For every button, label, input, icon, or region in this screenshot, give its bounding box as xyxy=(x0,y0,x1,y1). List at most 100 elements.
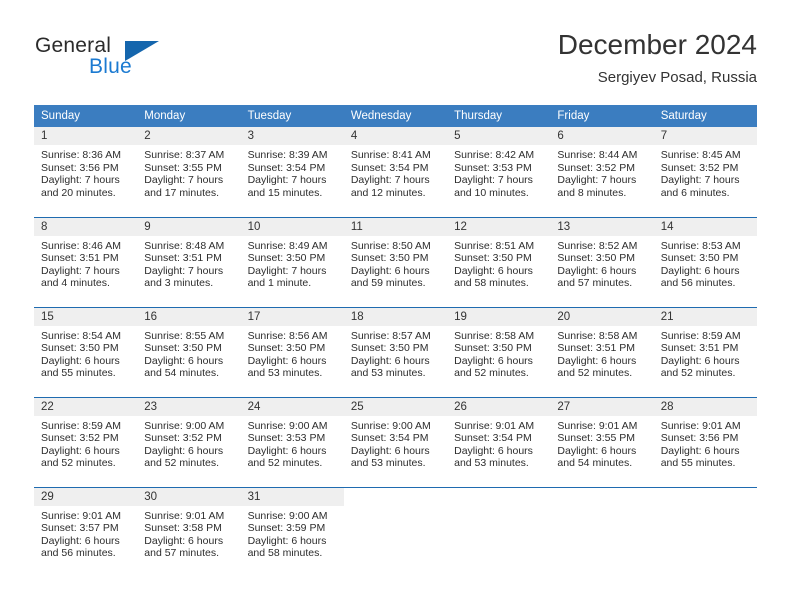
day-details: Sunrise: 9:00 AM Sunset: 3:59 PM Daylight:… xyxy=(241,506,344,560)
calendar-day-cell[interactable]: 14 Sunrise: 8:53 AM Sunset: 3:50 PM Dayligh… xyxy=(653,216,757,307)
day-number: 9 xyxy=(137,217,241,236)
sunset-text: Sunset: 3:50 PM xyxy=(350,252,429,265)
day-number: 24 xyxy=(240,397,344,416)
sunset-text: Sunset: 3:50 PM xyxy=(454,342,532,355)
calendar-day-cell[interactable]: 19 Sunrise: 8:58 AM Sunset: 3:50 PM Dayligh… xyxy=(447,306,551,397)
calendar-day-cell[interactable]: 20 Sunrise: 8:58 AM Sunset: 3:51 PM Dayligh… xyxy=(550,306,654,397)
sunrise-text: Sunrise: 8:45 AM xyxy=(660,149,741,161)
sunrise-text: Sunrise: 8:44 AM xyxy=(557,149,638,161)
day-number: 29 xyxy=(34,487,138,506)
day-number: 12 xyxy=(447,217,551,236)
calendar-day-cell[interactable]: 13 Sunrise: 8:52 AM Sunset: 3:50 PM Dayligh… xyxy=(550,216,654,307)
day-number: 2 xyxy=(137,127,241,145)
calendar-day-cell[interactable]: 7 Sunrise: 8:45 AM Sunset: 3:52 PM Daylight… xyxy=(653,127,757,217)
sunset-text: Sunset: 3:53 PM xyxy=(247,432,326,445)
day-details: Sunrise: 8:50 AM Sunset: 3:50 PM Daylight:… xyxy=(344,236,447,290)
calendar-day-cell[interactable]: 31 Sunrise: 9:00 AM Sunset: 3:59 PM Dayligh… xyxy=(240,486,344,577)
day-number: 11 xyxy=(343,217,448,236)
sunrise-text: Sunrise: 8:42 AM xyxy=(454,149,535,161)
calendar-day-cell[interactable]: 17 Sunrise: 8:56 AM Sunset: 3:50 PM Dayligh… xyxy=(240,306,344,397)
calendar-day-cell[interactable]: 10 Sunrise: 8:49 AM Sunset: 3:50 PM Dayligh… xyxy=(240,216,344,307)
daylight-text-line2: and 20 minutes. xyxy=(41,186,116,199)
calendar-empty-cell xyxy=(447,486,551,577)
calendar-day-cell[interactable]: 21 Sunrise: 8:59 AM Sunset: 3:51 PM Dayligh… xyxy=(653,306,757,397)
daylight-text-line1: Daylight: 6 hours xyxy=(41,354,120,367)
calendar-day-cell[interactable]: 22 Sunrise: 8:59 AM Sunset: 3:52 PM Dayligh… xyxy=(34,396,138,487)
daylight-text-line1: Daylight: 7 hours xyxy=(144,264,224,277)
day-details: Sunrise: 8:53 AM Sunset: 3:50 PM Daylight:… xyxy=(654,236,757,290)
day-number: 26 xyxy=(447,397,551,416)
calendar-day-cell[interactable]: 25 Sunrise: 9:00 AM Sunset: 3:54 PM Dayligh… xyxy=(343,396,448,487)
sunset-text: Sunset: 3:54 PM xyxy=(350,432,429,445)
sunset-text: Sunset: 3:59 PM xyxy=(247,522,326,535)
daylight-text-line1: Daylight: 6 hours xyxy=(454,264,533,277)
daylight-text-line2: and 3 minutes. xyxy=(144,277,214,290)
day-number: 18 xyxy=(343,307,448,326)
calendar-week-row: 22 Sunrise: 8:59 AM Sunset: 3:52 PM Dayligh… xyxy=(34,396,757,487)
day-number: 3 xyxy=(240,127,344,145)
calendar-week-row: 1 Sunrise: 8:36 AM Sunset: 3:56 PM Daylight… xyxy=(34,127,757,217)
sunset-text: Sunset: 3:54 PM xyxy=(247,161,326,174)
calendar-day-cell[interactable]: 16 Sunrise: 8:55 AM Sunset: 3:50 PM Dayligh… xyxy=(137,306,241,397)
day-number: 23 xyxy=(137,397,241,416)
daylight-text-line2: and 1 minute. xyxy=(247,277,312,290)
calendar-day-cell[interactable]: 4 Sunrise: 8:41 AM Sunset: 3:54 PM Daylight… xyxy=(343,127,448,217)
calendar-day-cell[interactable]: 27 Sunrise: 9:01 AM Sunset: 3:55 PM Dayligh… xyxy=(550,396,654,487)
calendar-day-cell[interactable]: 5 Sunrise: 8:42 AM Sunset: 3:53 PM Daylight… xyxy=(447,127,551,217)
daylight-text-line2: and 8 minutes. xyxy=(557,186,627,199)
calendar-day-cell[interactable]: 24 Sunrise: 9:00 AM Sunset: 3:53 PM Dayligh… xyxy=(240,396,344,487)
calendar-day-cell[interactable]: 11 Sunrise: 8:50 AM Sunset: 3:50 PM Dayligh… xyxy=(343,216,448,307)
calendar-day-cell[interactable]: 1 Sunrise: 8:36 AM Sunset: 3:56 PM Daylight… xyxy=(34,127,138,217)
daylight-text-line2: and 52 minutes. xyxy=(41,457,116,470)
page-subtitle: Sergiyev Posad, Russia xyxy=(597,69,757,86)
sunset-text: Sunset: 3:57 PM xyxy=(41,522,119,535)
sunrise-text: Sunrise: 8:51 AM xyxy=(454,239,535,252)
daylight-text-line1: Daylight: 6 hours xyxy=(247,444,327,457)
daylight-text-line1: Daylight: 6 hours xyxy=(454,354,533,367)
daylight-text-line2: and 57 minutes. xyxy=(557,277,633,290)
sunrise-text: Sunrise: 8:39 AM xyxy=(247,149,328,161)
calendar-day-cell[interactable]: 6 Sunrise: 8:44 AM Sunset: 3:52 PM Daylight… xyxy=(550,127,654,217)
calendar-day-cell[interactable]: 15 Sunrise: 8:54 AM Sunset: 3:50 PM Dayligh… xyxy=(34,306,138,397)
day-number xyxy=(654,488,757,506)
sunrise-text: Sunrise: 8:59 AM xyxy=(41,419,121,432)
sunrise-text: Sunrise: 8:57 AM xyxy=(350,329,431,342)
daylight-text-line2: and 56 minutes. xyxy=(660,277,736,290)
calendar-day-cell[interactable]: 23 Sunrise: 9:00 AM Sunset: 3:52 PM Dayligh… xyxy=(137,396,241,487)
daylight-text-line1: Daylight: 6 hours xyxy=(660,264,740,277)
daylight-text-line1: Daylight: 6 hours xyxy=(557,264,637,277)
daylight-text-line2: and 52 minutes. xyxy=(557,367,633,380)
sunrise-text: Sunrise: 8:58 AM xyxy=(454,329,535,342)
daylight-text-line2: and 58 minutes. xyxy=(454,277,529,290)
day-number: 7 xyxy=(653,127,757,145)
calendar-day-cell[interactable]: 30 Sunrise: 9:01 AM Sunset: 3:58 PM Dayligh… xyxy=(137,486,241,577)
calendar-day-cell[interactable]: 8 Sunrise: 8:46 AM Sunset: 3:51 PM Daylight… xyxy=(34,216,138,307)
calendar-day-cell[interactable]: 28 Sunrise: 9:01 AM Sunset: 3:56 PM Dayligh… xyxy=(653,396,757,487)
calendar-day-cell[interactable]: 26 Sunrise: 9:01 AM Sunset: 3:54 PM Dayligh… xyxy=(447,396,551,487)
calendar-day-cell[interactable]: 2 Sunrise: 8:37 AM Sunset: 3:55 PM Daylight… xyxy=(137,127,241,217)
title-block: December 2024 Sergiyev Posad, Russia xyxy=(558,28,757,89)
sunrise-text: Sunrise: 8:52 AM xyxy=(557,239,638,252)
daylight-text-line2: and 53 minutes. xyxy=(350,367,426,380)
daylight-text-line2: and 52 minutes. xyxy=(454,367,529,380)
general-blue-logo[interactable]: General Blue xyxy=(35,34,215,86)
weekday-header-sunday: Sunday xyxy=(34,105,138,127)
sunrise-text: Sunrise: 8:36 AM xyxy=(41,149,121,161)
daylight-text-line1: Daylight: 7 hours xyxy=(454,174,533,187)
day-number: 10 xyxy=(240,217,344,236)
sunrise-text: Sunrise: 8:48 AM xyxy=(144,239,225,252)
sunset-text: Sunset: 3:50 PM xyxy=(660,252,739,265)
day-details: Sunrise: 8:42 AM Sunset: 3:53 PM Daylight:… xyxy=(447,145,550,199)
calendar-day-cell[interactable]: 12 Sunrise: 8:51 AM Sunset: 3:50 PM Dayligh… xyxy=(447,216,551,307)
day-details: Sunrise: 8:56 AM Sunset: 3:50 PM Daylight:… xyxy=(241,326,344,380)
calendar-day-cell[interactable]: 29 Sunrise: 9:01 AM Sunset: 3:57 PM Dayligh… xyxy=(34,486,138,577)
sunrise-text: Sunrise: 9:01 AM xyxy=(144,509,225,522)
sunset-text: Sunset: 3:56 PM xyxy=(41,161,119,174)
calendar-day-cell[interactable]: 3 Sunrise: 8:39 AM Sunset: 3:54 PM Daylight… xyxy=(240,127,344,217)
calendar-day-cell[interactable]: 9 Sunrise: 8:48 AM Sunset: 3:51 PM Daylight… xyxy=(137,216,241,307)
daylight-text-line2: and 59 minutes. xyxy=(350,277,426,290)
sunrise-text: Sunrise: 9:00 AM xyxy=(247,419,328,432)
calendar-day-cell[interactable]: 18 Sunrise: 8:57 AM Sunset: 3:50 PM Dayligh… xyxy=(343,306,448,397)
day-number: 17 xyxy=(240,307,344,326)
sunrise-text: Sunrise: 9:01 AM xyxy=(557,419,638,432)
